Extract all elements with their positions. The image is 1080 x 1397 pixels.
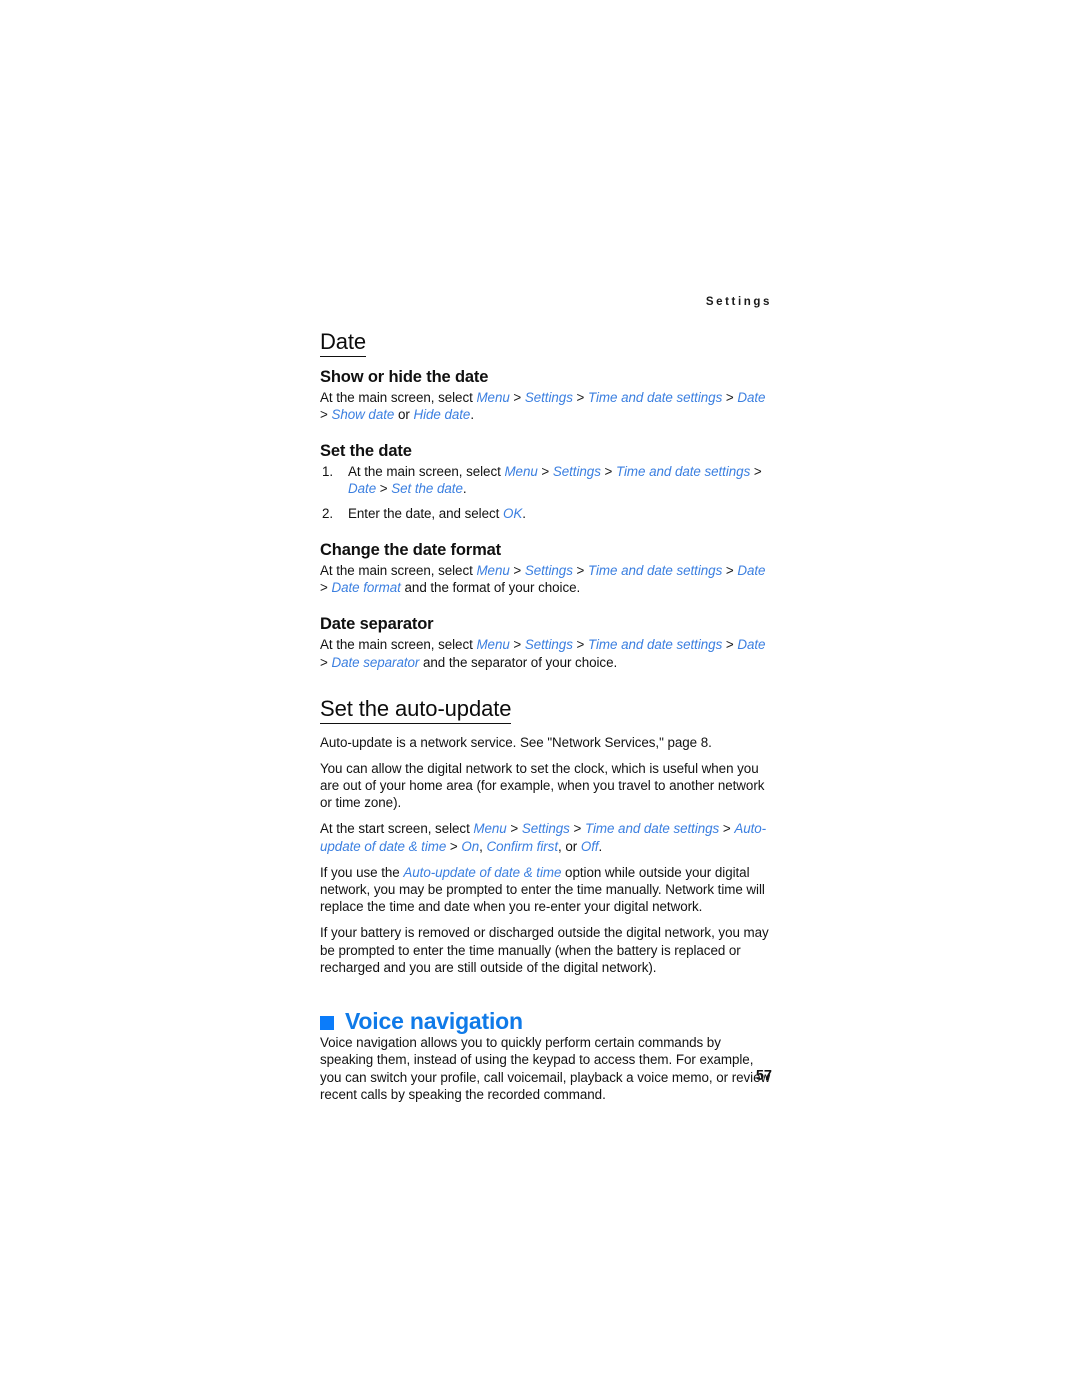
subheading-change-the-date-format: Change the date format: [320, 540, 501, 559]
ui-path-date-format[interactable]: Date format: [331, 580, 400, 595]
subheading-date-separator: Date separator: [320, 615, 434, 634]
ui-path-settings[interactable]: Settings: [553, 464, 601, 479]
path-separator: >: [537, 464, 553, 480]
subheading-show-or-hide-the-date: Show or hide the date: [320, 367, 489, 386]
path-separator: >: [722, 637, 738, 653]
path-separator: >: [509, 562, 525, 578]
path-separator: >: [719, 821, 735, 837]
path-separator: >: [509, 389, 525, 405]
square-bullet-icon: [320, 1015, 334, 1030]
path-separator: >: [569, 821, 585, 837]
list-item-number: 2.: [322, 505, 334, 521]
path-separator: >: [572, 562, 588, 578]
ui-option-ok[interactable]: OK: [503, 506, 522, 521]
text-lead: At the main screen, select: [320, 562, 477, 578]
path-separator: >: [320, 654, 332, 670]
path-separator: >: [572, 389, 588, 405]
path-separator: >: [600, 464, 616, 480]
choices-last-joiner: , or: [558, 838, 581, 854]
ui-path-date[interactable]: Date: [737, 637, 765, 652]
ui-path-date[interactable]: Date: [737, 390, 765, 405]
ui-path-time-and-date-settings[interactable]: Time and date settings: [588, 390, 722, 405]
list-item: 1. At the main screen, select Menu > Sett…: [320, 463, 772, 497]
paragraph-show-or-hide-the-date: At the main screen, select Menu > Settin…: [320, 389, 772, 423]
list-item-number: 1.: [322, 464, 334, 480]
sentence-terminator: .: [470, 406, 474, 422]
ui-option-auto-update-of-date-and-time[interactable]: Auto-update of date & time: [403, 865, 561, 880]
paragraph-auto-update-outside-network: If you use the Auto-update of date & tim…: [320, 864, 772, 916]
text-lead: At the main screen, select: [320, 637, 477, 653]
ui-path-settings[interactable]: Settings: [525, 390, 573, 405]
section-auto-update: Set the auto-update: [320, 696, 772, 734]
paragraph-change-the-date-format: At the main screen, select Menu > Settin…: [320, 562, 772, 596]
text-lead: Enter the date, and select: [348, 505, 503, 521]
ui-path-settings[interactable]: Settings: [525, 637, 573, 652]
list-item: 2. Enter the date, and select OK.: [320, 505, 772, 522]
path-separator: >: [509, 637, 525, 653]
ui-option-show-date[interactable]: Show date: [331, 407, 394, 422]
chapter-title: Voice navigation: [345, 1007, 523, 1034]
ui-path-menu[interactable]: Menu: [476, 390, 509, 405]
path-separator: >: [376, 481, 392, 497]
path-separator: >: [722, 562, 738, 578]
ui-path-settings[interactable]: Settings: [525, 563, 573, 578]
ui-path-date-separator[interactable]: Date separator: [331, 655, 419, 670]
ui-path-time-and-date-settings[interactable]: Time and date settings: [616, 464, 750, 479]
ui-path-date[interactable]: Date: [348, 481, 376, 496]
path-separator: >: [320, 580, 332, 596]
paragraph-auto-update-clock: You can allow the digital network to set…: [320, 760, 765, 811]
ui-path-menu[interactable]: Menu: [473, 821, 506, 836]
page-content: Settings Date Show or hide the date At t…: [320, 296, 772, 1112]
paragraph-auto-update-path: At the start screen, select Menu > Setti…: [320, 820, 772, 854]
text-lead: At the main screen, select: [320, 389, 477, 405]
running-header: Settings: [705, 296, 772, 308]
path-separator: >: [722, 389, 738, 405]
text-trail: and the format of your choice.: [400, 580, 581, 596]
section-heading-set-the-auto-update: Set the auto-update: [320, 696, 511, 724]
paragraph-auto-update-network-service: Auto-update is a network service. See "N…: [320, 734, 712, 750]
paragraph-auto-update-battery: If your battery is removed or discharged…: [320, 925, 769, 975]
path-separator: >: [320, 406, 332, 422]
sentence-terminator: .: [522, 505, 526, 521]
path-separator: >: [446, 838, 462, 854]
chapter-heading-voice-navigation: Voice navigation: [320, 1007, 772, 1034]
subheading-set-the-date: Set the date: [320, 442, 412, 461]
sentence-terminator: .: [462, 481, 467, 497]
ui-path-time-and-date-settings[interactable]: Time and date settings: [588, 637, 722, 652]
ui-option-confirm-first[interactable]: Confirm first: [486, 839, 558, 854]
path-separator: >: [506, 821, 522, 837]
ui-path-time-and-date-settings[interactable]: Time and date settings: [588, 563, 722, 578]
ui-path-menu[interactable]: Menu: [504, 464, 537, 479]
text-lead: At the start screen, select: [320, 821, 474, 837]
section-heading-date: Date: [320, 329, 366, 357]
text-lead: If you use the: [320, 864, 404, 880]
ui-path-settings[interactable]: Settings: [522, 821, 570, 836]
ui-path-set-the-date[interactable]: Set the date: [391, 481, 463, 496]
text-trail: and the separator of your choice.: [419, 654, 618, 670]
page-number: 57: [755, 1068, 772, 1084]
text-lead: At the main screen, select: [348, 464, 505, 480]
ui-option-off[interactable]: Off: [581, 839, 599, 854]
section-date: Date: [320, 329, 772, 367]
options-joiner: or: [394, 406, 414, 422]
ui-path-menu[interactable]: Menu: [476, 637, 509, 652]
ui-option-hide-date[interactable]: Hide date: [413, 407, 470, 422]
ui-path-date[interactable]: Date: [737, 563, 765, 578]
path-separator: >: [572, 637, 588, 653]
ui-path-menu[interactable]: Menu: [476, 563, 509, 578]
paragraph-date-separator: At the main screen, select Menu > Settin…: [320, 636, 772, 670]
ui-option-on[interactable]: On: [461, 839, 479, 854]
ui-path-time-and-date-settings[interactable]: Time and date settings: [585, 821, 719, 836]
sentence-terminator: .: [598, 838, 603, 854]
steps-set-the-date: 1. At the main screen, select Menu > Sett…: [320, 463, 772, 522]
path-separator: >: [750, 464, 762, 480]
